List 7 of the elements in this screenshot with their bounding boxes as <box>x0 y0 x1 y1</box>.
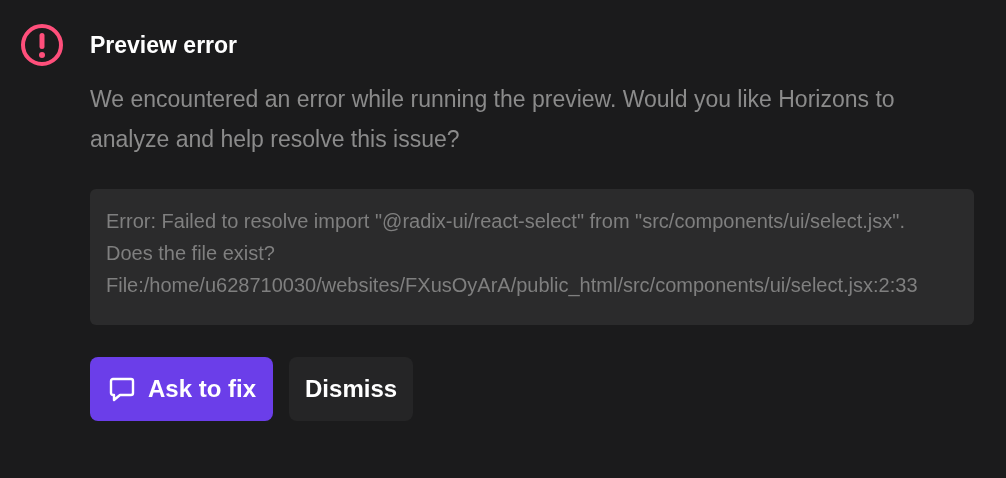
chat-bubble-icon <box>108 375 136 403</box>
dialog-message: We encountered an error while running the preview. Would you like Horizons to analyze and help resolve this issue? <box>90 85 896 154</box>
dismiss-button[interactable]: Dismiss <box>289 357 414 421</box>
error-details: Error: Failed to resolve import "@radix-ui/react-select" from "src/components/ui/select.jsx". Does the file exist? File:/home/u628710030/websites/FXusOyArA/public_html/src/components/ui/select.jsx:2:33 <box>90 189 974 325</box>
dialog-title: Preview error <box>90 31 238 59</box>
alert-icon <box>20 23 64 67</box>
ask-to-fix-button[interactable]: Ask to fix <box>90 357 274 421</box>
